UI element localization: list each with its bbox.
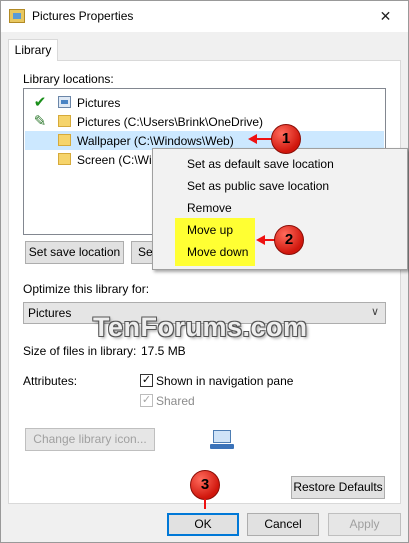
step-marker-3: 3: [190, 470, 220, 500]
restore-defaults-button[interactable]: Restore Defaults: [291, 476, 385, 499]
cancel-button[interactable]: Cancel: [247, 513, 319, 536]
menu-item-remove[interactable]: Remove: [187, 201, 232, 215]
close-button[interactable]: ✕: [363, 1, 408, 32]
library-locations-label: Library locations:: [23, 72, 114, 86]
folder-icon: [58, 134, 71, 146]
list-item[interactable]: ✔ Pictures: [25, 93, 384, 112]
folder-icon: [58, 115, 71, 127]
list-item[interactable]: ✎ Pictures (C:\Users\Brink\OneDrive): [25, 112, 384, 131]
pictures-app-icon: [9, 9, 25, 23]
shared-checkbox[interactable]: ✓: [140, 394, 153, 407]
change-library-icon-button[interactable]: Change library icon...: [25, 428, 155, 451]
list-item-label: Screen (C:\Wi: [77, 153, 152, 167]
menu-item-move-up[interactable]: Move up: [187, 223, 233, 237]
watermark-logo: TenForums.com: [93, 312, 308, 342]
callout-line-3: [204, 499, 206, 509]
ok-button[interactable]: OK: [167, 513, 239, 536]
apply-button[interactable]: Apply: [328, 513, 401, 536]
menu-item-set-public-save[interactable]: Set as public save location: [187, 179, 329, 193]
tab-library[interactable]: Library: [8, 39, 58, 61]
pictures-library-icon: [58, 96, 71, 108]
folder-icon: [58, 153, 71, 165]
list-item-label: Pictures: [77, 96, 121, 110]
list-item-label: Pictures (C:\Users\Brink\OneDrive): [77, 115, 264, 129]
list-item-label: Wallpaper (C:\Windows\Web): [77, 134, 234, 148]
callout-arrowhead-2: [256, 235, 265, 245]
set-save-location-button[interactable]: Set save location: [25, 241, 124, 264]
shown-in-nav-label[interactable]: Shown in navigation pane: [156, 374, 293, 388]
library-icon: [210, 430, 234, 450]
attributes-label: Attributes:: [23, 374, 78, 388]
size-value: 17.5 MB: [141, 344, 186, 358]
menu-item-move-down[interactable]: Move down: [187, 245, 248, 259]
optimize-selected-value: Pictures: [28, 306, 72, 320]
title-bar: Pictures Properties ✕: [1, 1, 408, 32]
properties-window: Pictures Properties ✕ Library Library lo…: [0, 0, 409, 543]
step-marker-2: 2: [274, 225, 304, 255]
chevron-down-icon: ∨: [370, 306, 379, 318]
shared-label: Shared: [156, 394, 195, 408]
callout-arrowhead-1: [248, 134, 257, 144]
step-marker-1: 1: [271, 124, 301, 154]
shown-in-nav-checkbox[interactable]: ✓: [140, 374, 153, 387]
sync-status-icon: ✎: [33, 113, 47, 130]
optimize-label: Optimize this library for:: [23, 282, 150, 296]
check-icon: ✔: [33, 94, 47, 111]
window-title: Pictures Properties: [32, 9, 134, 23]
menu-item-set-default-save[interactable]: Set as default save location: [187, 157, 334, 171]
size-label: Size of files in library:: [23, 344, 137, 358]
